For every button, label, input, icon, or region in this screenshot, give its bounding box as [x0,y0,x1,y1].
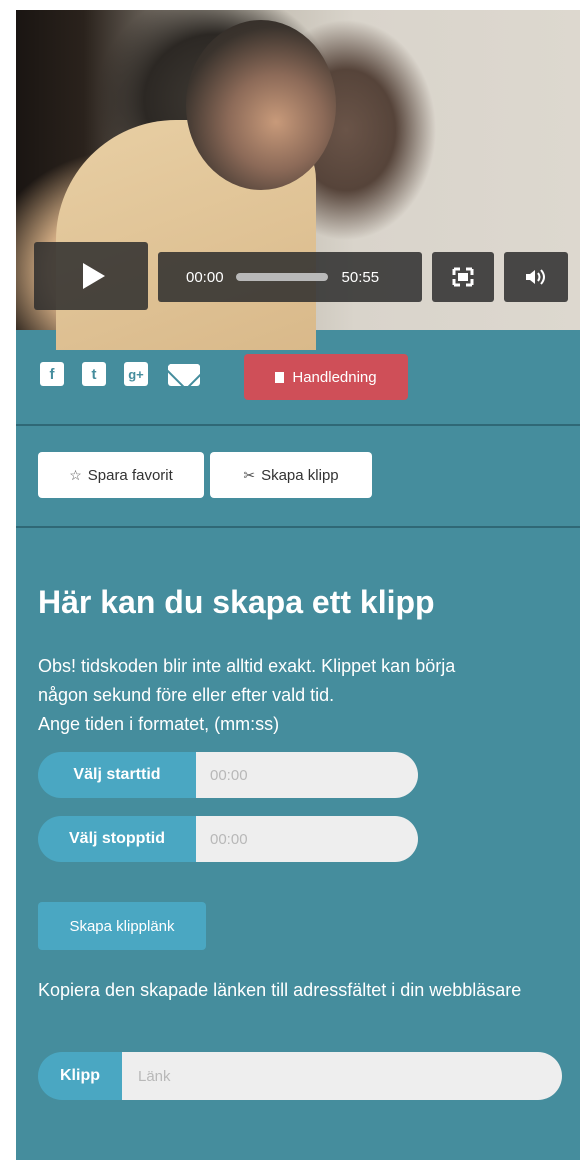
save-favorite-button[interactable]: ☆ Spara favorit [38,452,204,498]
start-time-field: Välj starttid 00:00 [38,752,418,798]
info-line: någon sekund före eller efter vald tid. [38,685,335,705]
create-clip-button[interactable]: ✂ Skapa klipp [210,452,372,498]
clip-link-field: Klipp Länk [38,1052,562,1100]
clip-link-input[interactable]: Länk [122,1052,562,1100]
content-panel: 00:00 50:55 f t g+ Handledning ☆ Spara f… [16,10,580,1160]
clip-link-label: Klipp [38,1052,122,1100]
twitter-icon[interactable]: t [82,362,106,386]
progress-slider[interactable] [235,273,328,281]
info-line: Ange tiden i formatet, (mm:ss) [38,714,280,734]
start-time-label: Välj starttid [38,752,196,798]
time-bar[interactable]: 00:00 50:55 [158,252,422,302]
star-icon: ☆ [69,466,82,483]
divider [16,424,580,426]
divider [16,526,580,528]
twitter-glyph: t [91,365,97,383]
share-row: f t g+ Handledning [16,330,580,426]
volume-icon [526,269,545,285]
current-time: 00:00 [186,268,224,286]
guide-button[interactable]: Handledning [244,354,408,400]
facebook-icon[interactable]: f [40,362,64,386]
duration: 50:55 [341,268,380,286]
scissors-icon: ✂ [243,466,256,483]
create-clip-link-button[interactable]: Skapa klipplänk [38,902,206,950]
document-icon [275,371,285,383]
video-player[interactable]: 00:00 50:55 [16,10,580,350]
start-time-input[interactable]: 00:00 [196,752,418,798]
stop-time-label: Välj stopptid [38,816,196,862]
save-favorite-label: Spara favorit [87,466,173,484]
copy-instructions: Kopiera den skapade länken till adressfä… [38,980,522,1000]
create-clip-label: Skapa klipp [261,466,339,484]
play-button[interactable] [34,242,148,310]
mail-icon[interactable] [168,364,200,386]
fullscreen-icon [452,267,474,287]
google-plus-icon[interactable]: g+ [124,362,148,386]
google-plus-glyph: g+ [128,366,144,382]
clip-title: Här kan du skapa ett klipp [38,584,435,620]
stop-time-field: Välj stopptid 00:00 [38,816,418,862]
guide-button-label: Handledning [292,368,377,386]
volume-button[interactable] [504,252,568,302]
clip-instructions: Obs! tidskoden blir inte alltid exakt. K… [38,652,568,739]
facebook-glyph: f [49,365,55,383]
stop-time-input[interactable]: 00:00 [196,816,418,862]
video-frame-head [186,20,336,190]
fullscreen-button[interactable] [432,252,494,302]
info-line: Obs! tidskoden blir inte alltid exakt. K… [38,656,456,676]
play-icon [83,263,105,289]
